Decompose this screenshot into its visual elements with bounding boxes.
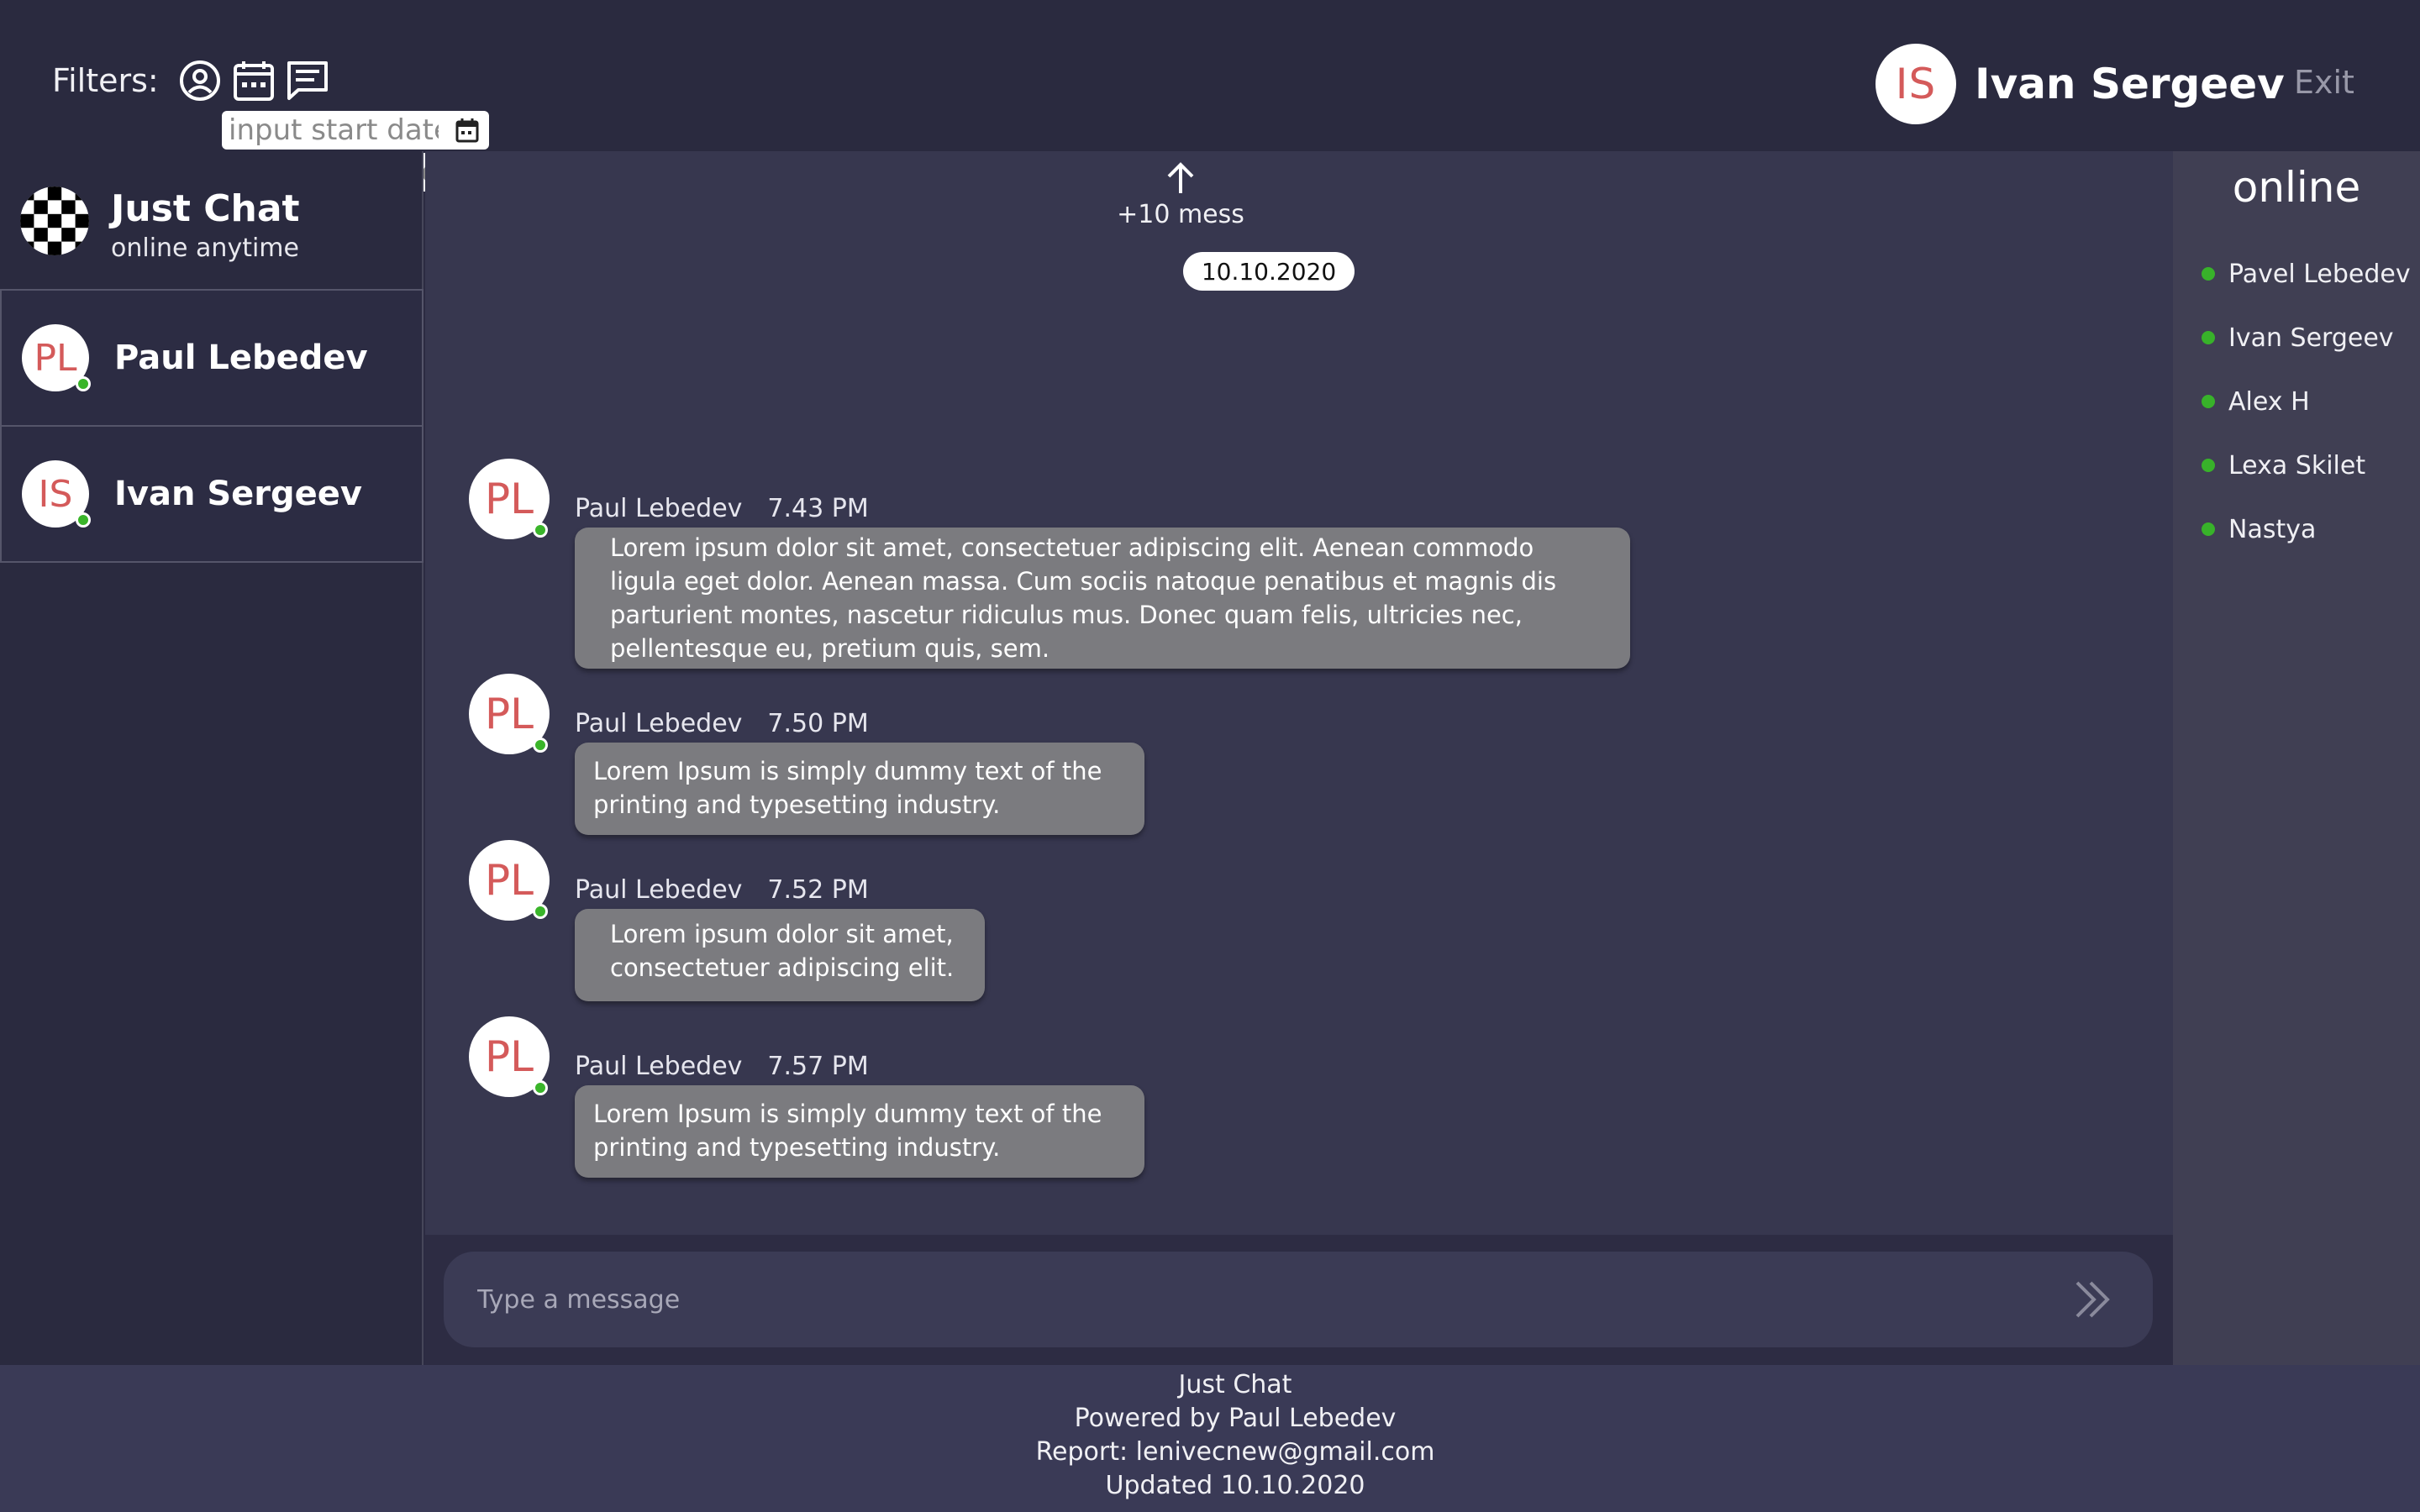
online-status-dot [76,512,91,528]
message-time: 7.57 PM [767,1052,869,1081]
online-status-dot [533,1080,548,1095]
avatar-initials: PL [484,1032,534,1081]
message-author: Paul Lebedev [575,709,743,738]
avatar: IS [22,460,91,528]
load-more-button[interactable]: +10 mess [1088,160,1273,229]
user-circle-icon[interactable] [177,58,223,103]
message-bubble: Lorem ipsum dolor sit amet, consectetuer… [575,528,1630,669]
conversation-name: Ivan Sergeev [114,475,362,513]
online-status-dot [2202,331,2215,344]
avatar: PL [469,459,550,539]
current-user-name: Ivan Sergeev [1975,60,2285,108]
arrow-up-icon [1167,162,1194,193]
online-user-name: Lexa Skilet [2228,450,2366,480]
calendar-picker-icon[interactable] [454,117,481,144]
avatar: PL [469,840,550,921]
avatar: PL [469,674,550,754]
current-user: IS Ivan Sergeev [1876,44,2285,124]
avatar-initials: IS [38,472,73,516]
message-bubble: Lorem ipsum dolor sit amet, consectetuer… [575,909,985,1001]
online-status-dot [2202,522,2215,536]
message-author: Paul Lebedev [575,1052,743,1081]
online-user-name: Ivan Sergeev [2228,323,2394,353]
online-user-name: Alex H [2228,386,2310,417]
chat-message-icon[interactable] [285,58,330,103]
footer-report-link[interactable]: Report: lenivecnew@gmail.com [1008,1436,1462,1469]
online-status-dot [76,376,91,391]
avatar: PL [469,1016,550,1097]
message-bubble: Lorem Ipsum is simply dummy text of the … [575,743,1144,835]
date-divider: 10.10.2020 [1183,252,1355,291]
top-header: Filters: input start date input end date… [0,0,2420,192]
online-title: online [2232,163,2361,212]
online-user-item[interactable]: Alex H [2202,370,2411,433]
message-meta: Paul Lebedev 7.43 PM [575,494,869,523]
send-double-chevron-icon[interactable] [2069,1274,2119,1325]
online-user-item[interactable]: Lexa Skilet [2202,433,2411,497]
message-meta: Paul Lebedev 7.52 PM [575,875,869,905]
footer-app-name: Just Chat [1178,1370,1292,1399]
message-input[interactable] [477,1284,2069,1315]
start-date-input-box [222,111,489,150]
filters-label: Filters: [52,62,159,99]
online-user-item[interactable]: Pavel Lebedev [2202,242,2411,306]
start-date-input[interactable] [229,113,439,147]
brand-subtitle: online anytime [111,234,299,264]
avatar-initials: PL [34,336,77,380]
online-user-item[interactable]: Ivan Sergeev [2202,306,2411,370]
conversation-name: Paul Lebedev [114,339,368,377]
brand: Just Chat online anytime [20,186,300,263]
online-status-dot [533,522,548,538]
filters-bar: Filters: [52,55,339,106]
message-author: Paul Lebedev [575,494,743,523]
online-users-list: Pavel Lebedev Ivan Sergeev Alex H Lexa S… [2202,242,2411,561]
checkered-logo-icon [20,186,89,255]
online-status-dot [533,738,548,753]
message-bubble: Lorem Ipsum is simply dummy text of the … [575,1085,1144,1178]
exit-button[interactable]: Exit [2294,64,2354,101]
footer-powered-by: Powered by Paul Lebedev [1074,1404,1397,1433]
online-user-name: Nastya [2228,514,2317,544]
online-user-name: Pavel Lebedev [2228,259,2411,289]
message-composer [444,1252,2153,1347]
online-user-item[interactable]: Nastya [2202,497,2411,561]
message-time: 7.50 PM [767,709,869,738]
conversation-item-paul-lebedev[interactable]: PL Paul Lebedev [0,289,424,427]
message-time: 7.43 PM [767,494,869,523]
avatar-initials: PL [484,690,534,738]
message-time: 7.52 PM [767,875,869,905]
message-author: Paul Lebedev [575,875,743,905]
footer-updated: Updated 10.10.2020 [1105,1471,1365,1500]
online-status-dot [2202,459,2215,472]
message-meta: Paul Lebedev 7.57 PM [575,1052,869,1081]
conversation-item-ivan-sergeev[interactable]: IS Ivan Sergeev [0,425,424,563]
message-meta: Paul Lebedev 7.50 PM [575,709,869,738]
brand-title: Just Chat [111,187,300,230]
footer: Just Chat Powered by Paul Lebedev Report… [0,1365,2420,1512]
online-status-dot [2202,395,2215,408]
avatar-initials: PL [484,856,534,905]
online-status-dot [533,904,548,919]
avatar-initials: PL [484,475,534,523]
avatar: PL [22,324,91,391]
avatar: IS [1876,44,1956,124]
online-status-dot [2202,267,2215,281]
calendar-icon[interactable] [231,58,276,103]
load-more-label: +10 mess [1117,200,1244,229]
conversation-sidebar: Just Chat online anytime PL Paul Lebedev… [0,151,424,1365]
online-users-panel: online Pavel Lebedev Ivan Sergeev Alex H… [2173,151,2420,1365]
